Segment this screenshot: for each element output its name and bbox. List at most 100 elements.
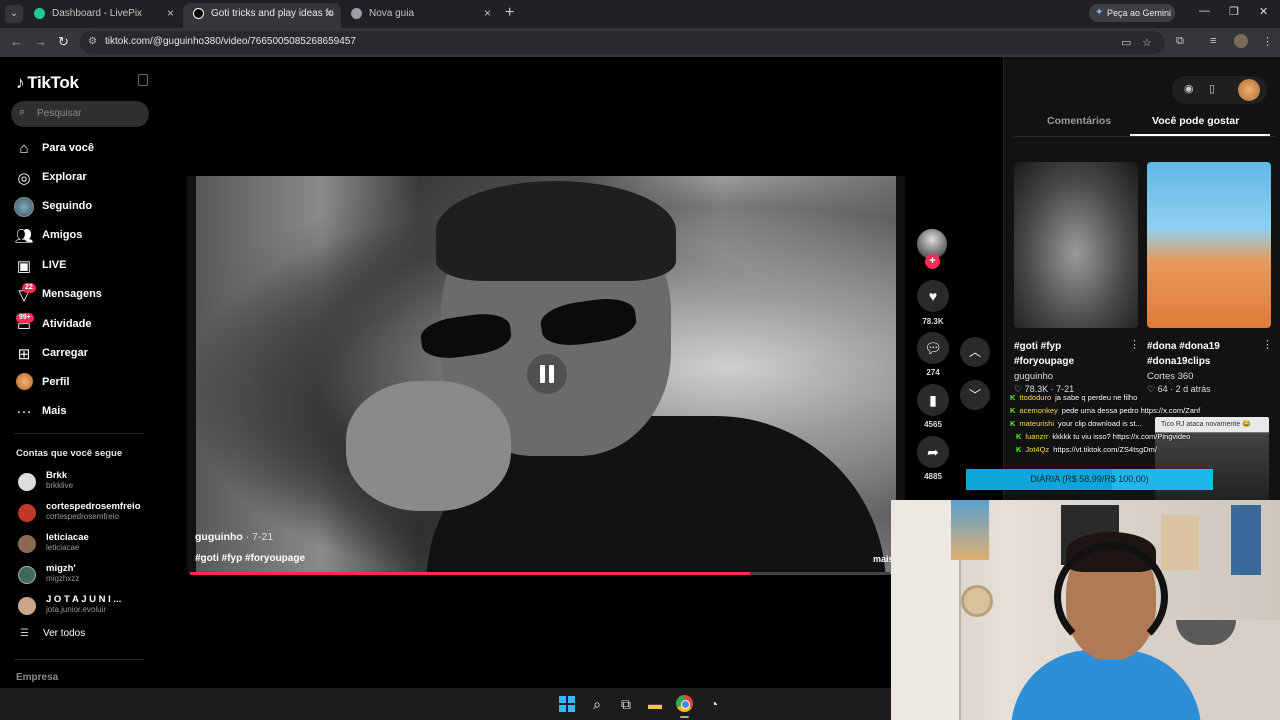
user-avatar[interactable] <box>1238 79 1260 101</box>
tab-search-button[interactable]: ⌄ <box>5 5 23 23</box>
following-account-jota-junior[interactable]: J O T A J U N I ... jota.junior.evoluir <box>18 593 148 623</box>
minimize-icon[interactable]: — <box>1199 5 1210 17</box>
browser-profile-avatar[interactable] <box>1234 34 1248 48</box>
following-account-migzh[interactable]: migzh' migzhxzz <box>18 562 148 592</box>
nav-seguindo[interactable]: Seguindo <box>14 196 154 218</box>
more-options-icon[interactable]: ⋮ <box>1262 338 1273 351</box>
nav-mensagens[interactable]: ▽ 22 Mensagens <box>14 283 154 306</box>
video-thumbnail[interactable] <box>1147 162 1271 328</box>
see-all-label: Ver todos <box>42 628 86 639</box>
nav-carregar[interactable]: ⊞ Carregar <box>14 343 154 365</box>
messages-badge: 22 <box>22 283 36 293</box>
site-info-icon[interactable]: ⚙ <box>88 36 97 47</box>
card-author[interactable]: guguinho <box>1014 371 1053 382</box>
list-icon: ☰ <box>20 628 29 639</box>
forward-icon[interactable]: → <box>34 34 47 49</box>
compass-icon[interactable]: ◉ <box>1184 82 1194 95</box>
video-player[interactable]: guguinho · 7-21 #goti #fyp #foryoupage m… <box>187 176 905 574</box>
friends-icon: 👥︎ <box>14 228 34 245</box>
save-button[interactable]: ▮ <box>917 384 949 416</box>
nav-live[interactable]: ▣ LIVE <box>14 255 154 277</box>
share-button[interactable]: ➦ <box>917 436 949 468</box>
browser-menu-icon[interactable]: ⋮ <box>1262 35 1273 48</box>
windows-start-icon[interactable] <box>559 696 575 712</box>
tab-livepix[interactable]: Dashboard - LivePix × <box>24 3 182 28</box>
nav-amigos[interactable]: 👥︎ Amigos <box>14 225 154 247</box>
nav-label: Seguindo <box>42 200 93 212</box>
nav-mais[interactable]: ··· Mais <box>14 401 154 423</box>
close-tab-icon[interactable]: × <box>167 3 174 24</box>
nav-label: Amigos <box>42 229 83 241</box>
chat-user: acemonkey <box>1019 406 1058 415</box>
video-author[interactable]: guguinho · 7-21 <box>195 531 273 543</box>
following-account-cortespedrosemfreio[interactable]: cortespedrosemfreio cortespedrosemfreio <box>18 500 148 530</box>
chat-text: https://vt.tiktok.com/ZS4tsgDm/ <box>1053 445 1157 454</box>
search-input[interactable]: ⌕ Pesquisar <box>11 101 149 127</box>
account-handle: jota.junior.evoluir <box>46 605 107 614</box>
follow-plus-icon[interactable]: + <box>925 254 940 269</box>
reload-icon[interactable]: ↻ <box>58 34 69 50</box>
bookmark-icon: ▮ <box>929 392 937 408</box>
chat-user: mateurishi <box>1019 419 1055 428</box>
previous-video-button[interactable]: ︿ <box>960 337 990 367</box>
nav-para-voce[interactable]: ⌂ Para você <box>14 138 154 160</box>
reading-list-icon[interactable]: ≡ <box>1210 35 1216 47</box>
webcam-poster <box>951 500 989 560</box>
video-hashtags[interactable]: #goti #fyp #foryoupage <box>195 553 305 564</box>
donation-goal-text: DIÁRIA (R$ 58,99/R$ 100,00) <box>1030 474 1149 484</box>
task-view-icon[interactable]: ⧉ <box>617 695 635 713</box>
search-icon[interactable]: ⌕ <box>588 695 606 713</box>
collapse-sidebar-icon[interactable] <box>138 74 148 86</box>
chat-message: Kluanzrr kkkkk tu viu isso? https://x.com… <box>1016 432 1190 441</box>
file-explorer-icon[interactable]: ▬ <box>646 695 664 713</box>
cast-icon[interactable]: ▭ <box>1121 36 1131 49</box>
card-author[interactable]: Cortes 360 <box>1147 371 1193 382</box>
footer-company-link[interactable]: Empresa <box>16 672 58 683</box>
tab-comentarios[interactable]: Comentários <box>1047 115 1111 127</box>
following-account-leticiacae[interactable]: leticiacae leticiacae <box>18 531 148 561</box>
kick-icon: K <box>1010 393 1016 402</box>
nav-label: LIVE <box>42 259 67 271</box>
active-tab-indicator <box>1130 134 1270 136</box>
chrome-icon[interactable] <box>676 695 693 712</box>
following-account-brkk[interactable]: Brkk brkklive <box>18 469 148 499</box>
tab-nova-guia[interactable]: Nova guia × <box>341 3 499 28</box>
see-all-button[interactable]: ☰ Ver todos <box>20 628 85 639</box>
divider <box>14 433 144 434</box>
extensions-icon[interactable]: ⧉ <box>1176 35 1184 48</box>
like-button[interactable]: ♥ <box>917 280 949 312</box>
device-icon[interactable]: ▯ <box>1209 82 1215 95</box>
address-bar[interactable]: ⚙ tiktok.com/@guguinho380/video/76650050… <box>80 31 1165 54</box>
kick-icon: K <box>1016 445 1022 454</box>
nav-explorar[interactable]: ◎ Explorar <box>14 167 154 189</box>
tab-tiktok[interactable]: Goti tricks and play ideas fo × <box>183 3 341 28</box>
new-tab-button[interactable]: + <box>505 4 514 22</box>
restore-icon[interactable]: ❐ <box>1229 5 1239 18</box>
tab-voce-pode-gostar[interactable]: Você pode gostar <box>1152 115 1239 127</box>
close-tab-icon[interactable]: × <box>484 3 491 24</box>
more-options-icon[interactable]: ⋮ <box>1129 338 1140 351</box>
bookmark-star-icon[interactable]: ☆ <box>1142 36 1152 49</box>
compass-icon: ◎ <box>17 170 31 187</box>
nav-atividade[interactable]: ▭ 99+ Atividade <box>14 313 154 336</box>
chat-message: Kttododuro ja sabe q perdeu ne filho <box>1010 393 1137 402</box>
obs-icon[interactable]: ◔ <box>705 695 723 713</box>
webcam-overlay <box>891 500 1280 720</box>
pause-icon[interactable] <box>527 354 567 394</box>
video-thumbnail[interactable] <box>1014 162 1138 328</box>
close-window-icon[interactable]: ✕ <box>1259 5 1268 18</box>
webcam-headset <box>1054 542 1168 652</box>
back-icon[interactable]: ← <box>10 34 23 49</box>
url-text[interactable]: tiktok.com/@guguinho380/video/7665005085… <box>105 36 356 47</box>
donation-goal-bar: DIÁRIA (R$ 58,99/R$ 100,00) <box>966 469 1213 490</box>
tiktok-logo[interactable]: ♪ TikTok <box>16 73 79 93</box>
nav-perfil[interactable]: Perfil <box>14 372 154 394</box>
close-tab-icon[interactable]: × <box>326 3 333 24</box>
account-handle: migzhxzz <box>46 574 80 583</box>
video-progress-bar[interactable] <box>190 572 890 575</box>
live-icon: ▣ <box>16 258 32 275</box>
comment-button[interactable]: 💬︎ <box>917 332 949 364</box>
ask-gemini-button[interactable]: ✦ Peça ao Gemini <box>1089 4 1175 22</box>
account-handle: cortespedrosemfreio <box>46 512 119 521</box>
next-video-button[interactable]: ﹀ <box>960 380 990 410</box>
